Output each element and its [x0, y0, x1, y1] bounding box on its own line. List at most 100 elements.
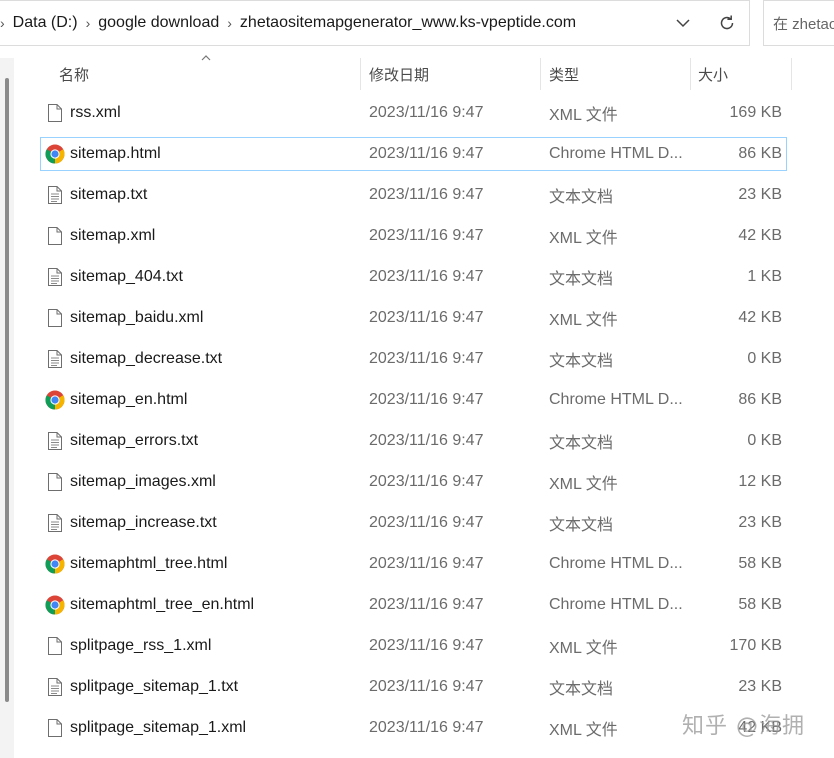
file-type: 文本文档 — [549, 517, 614, 534]
column-label-type: 类型 — [549, 66, 580, 84]
file-modified-date: 2023/11/16 9:47 — [369, 268, 484, 285]
search-placeholder: 在 zhetao — [773, 15, 834, 33]
file-size: 23 KB — [738, 678, 782, 695]
breadcrumb-item-current[interactable]: zhetaositemapgenerator_www.ks-vpeptide.c… — [240, 14, 576, 32]
file-size: 58 KB — [738, 555, 782, 572]
breadcrumb-chevron-icon[interactable]: › — [86, 15, 91, 31]
file-size: 170 KB — [729, 637, 782, 654]
file-row[interactable]: sitemap_404.txt 2023/11/16 9:47 文本文档 1 KB — [40, 259, 800, 300]
chevron-down-icon — [676, 19, 690, 28]
file-name[interactable]: sitemap_404.txt — [70, 259, 183, 295]
file-row[interactable]: sitemap_images.xml 2023/11/16 9:47 XML 文件 1… — [40, 464, 800, 505]
chrome-icon — [44, 382, 66, 418]
document-icon — [44, 218, 66, 254]
file-size: 12 KB — [738, 473, 782, 490]
file-name[interactable]: sitemap.xml — [70, 218, 155, 254]
file-modified-date: 2023/11/16 9:47 — [369, 145, 484, 162]
text-file-icon — [44, 669, 66, 705]
file-type: XML 文件 — [549, 312, 618, 329]
sort-ascending-icon — [201, 55, 211, 61]
file-row[interactable]: sitemap.txt 2023/11/16 9:47 文本文档 23 KB — [40, 177, 800, 218]
file-size: 0 KB — [747, 350, 782, 367]
document-icon — [44, 300, 66, 336]
column-divider[interactable] — [540, 58, 541, 90]
file-row[interactable]: sitemaphtml_tree.html 2023/11/16 9:47 Chro… — [40, 546, 800, 587]
column-divider[interactable] — [690, 58, 691, 90]
file-size: 1 KB — [747, 268, 782, 285]
file-type: XML 文件 — [549, 230, 618, 247]
file-row[interactable]: sitemap_en.html 2023/11/16 9:47 Chrome HTM… — [40, 382, 800, 423]
file-name[interactable]: sitemap_en.html — [70, 382, 187, 418]
file-size: 58 KB — [738, 596, 782, 613]
text-file-icon — [44, 341, 66, 377]
watermark: 知乎 @海拥 — [682, 714, 805, 739]
file-name[interactable]: splitpage_sitemap_1.xml — [70, 710, 246, 746]
search-input[interactable]: 在 zhetao — [763, 0, 834, 46]
file-name[interactable]: sitemap_decrease.txt — [70, 341, 222, 377]
file-name[interactable]: splitpage_rss_1.xml — [70, 628, 211, 664]
file-type: XML 文件 — [549, 640, 618, 657]
file-type: XML 文件 — [549, 476, 618, 493]
file-modified-date: 2023/11/16 9:47 — [369, 514, 484, 531]
file-row[interactable]: rss.xml 2023/11/16 9:47 XML 文件 169 KB — [40, 95, 800, 136]
file-name[interactable]: sitemaphtml_tree.html — [70, 546, 227, 582]
file-row[interactable]: sitemap.html 2023/11/16 9:47 Chrome HTML D… — [40, 136, 800, 177]
column-divider[interactable] — [360, 58, 361, 90]
file-row[interactable]: splitpage_rss_1.xml 2023/11/16 9:47 XML 文件… — [40, 628, 800, 669]
refresh-icon — [720, 15, 734, 30]
column-header: 名称 修改日期 类型 大小 — [40, 55, 800, 92]
file-name[interactable]: sitemap_errors.txt — [70, 423, 198, 459]
file-size: 169 KB — [729, 104, 782, 121]
file-row[interactable]: sitemaphtml_tree_en.html 2023/11/16 9:47 C… — [40, 587, 800, 628]
file-row[interactable]: splitpage_sitemap_1.txt 2023/11/16 9:47 文本… — [40, 669, 800, 710]
column-divider[interactable] — [791, 58, 792, 90]
address-bar[interactable]: › Data (D:) › google download › zhetaosi… — [0, 0, 750, 46]
column-label-size: 大小 — [698, 66, 729, 84]
file-name[interactable]: sitemap_baidu.xml — [70, 300, 203, 336]
file-size: 86 KB — [738, 145, 782, 162]
file-modified-date: 2023/11/16 9:47 — [369, 719, 484, 736]
file-modified-date: 2023/11/16 9:47 — [369, 555, 484, 572]
document-icon — [44, 628, 66, 664]
file-name[interactable]: sitemap.html — [70, 136, 161, 172]
breadcrumb-chevron-icon[interactable]: › — [227, 15, 232, 31]
file-modified-date: 2023/11/16 9:47 — [369, 473, 484, 490]
file-type: Chrome HTML D... — [549, 145, 683, 162]
document-icon — [44, 710, 66, 746]
file-type: 文本文档 — [549, 353, 614, 370]
file-name[interactable]: sitemap_increase.txt — [70, 505, 217, 541]
file-modified-date: 2023/11/16 9:47 — [369, 678, 484, 695]
file-name[interactable]: sitemap_images.xml — [70, 464, 216, 500]
file-size: 42 KB — [738, 309, 782, 326]
text-file-icon — [44, 259, 66, 295]
file-name[interactable]: splitpage_sitemap_1.txt — [70, 669, 238, 705]
vertical-scrollbar[interactable] — [5, 78, 9, 702]
column-header-date[interactable]: 修改日期 — [369, 56, 429, 92]
chrome-icon — [44, 546, 66, 582]
refresh-button[interactable] — [705, 1, 749, 45]
breadcrumb-item-drive[interactable]: Data (D:) — [13, 14, 78, 32]
breadcrumb-chevron-icon[interactable]: › — [0, 15, 5, 31]
file-row[interactable]: sitemap.xml 2023/11/16 9:47 XML 文件 42 KB — [40, 218, 800, 259]
column-label-date: 修改日期 — [369, 66, 430, 84]
column-label-name: 名称 — [59, 66, 90, 84]
text-file-icon — [44, 505, 66, 541]
file-name[interactable]: sitemap.txt — [70, 177, 147, 213]
breadcrumb-item-folder[interactable]: google download — [98, 14, 219, 32]
file-type: 文本文档 — [549, 435, 614, 452]
column-header-type[interactable]: 类型 — [549, 56, 579, 92]
file-modified-date: 2023/11/16 9:47 — [369, 104, 484, 121]
file-size: 86 KB — [738, 391, 782, 408]
file-name[interactable]: rss.xml — [70, 95, 121, 131]
file-type: Chrome HTML D... — [549, 596, 683, 613]
chrome-icon — [44, 587, 66, 623]
history-dropdown-button[interactable] — [661, 1, 705, 45]
file-row[interactable]: sitemap_errors.txt 2023/11/16 9:47 文本文档 0 K… — [40, 423, 800, 464]
file-row[interactable]: sitemap_baidu.xml 2023/11/16 9:47 XML 文件 42… — [40, 300, 800, 341]
file-row[interactable]: sitemap_decrease.txt 2023/11/16 9:47 文本文档 0… — [40, 341, 800, 382]
file-row[interactable]: sitemap_increase.txt 2023/11/16 9:47 文本文档 2… — [40, 505, 800, 546]
column-header-size[interactable]: 大小 — [698, 56, 728, 92]
column-header-name[interactable]: 名称 — [59, 56, 89, 92]
file-name[interactable]: sitemaphtml_tree_en.html — [70, 587, 254, 623]
file-modified-date: 2023/11/16 9:47 — [369, 350, 484, 367]
